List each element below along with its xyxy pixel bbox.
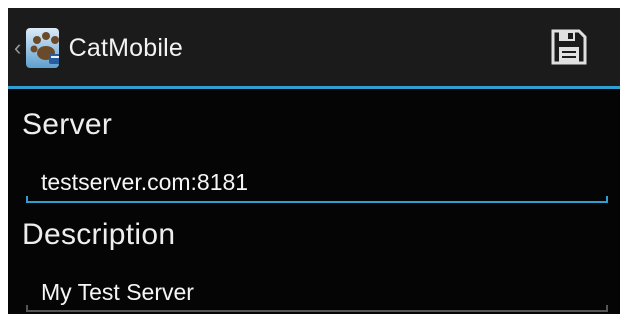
action-bar-divider <box>8 86 620 89</box>
server-field[interactable] <box>26 162 608 202</box>
description-field-right-tick <box>606 305 608 311</box>
floppy-disk-save-icon <box>551 29 587 65</box>
description-label: Description <box>22 218 176 251</box>
description-field[interactable] <box>26 272 608 312</box>
app-title: CatMobile <box>68 33 183 62</box>
back-chevron-icon: ‹ <box>14 35 22 60</box>
server-label: Server <box>22 108 113 141</box>
up-navigation-button[interactable]: ‹ CatMobile <box>8 22 183 74</box>
description-field-underline <box>26 310 608 312</box>
action-bar: ‹ CatMobile <box>8 8 620 86</box>
server-field-left-tick <box>26 196 28 202</box>
server-field-right-tick <box>606 196 608 202</box>
description-field-left-tick <box>26 305 28 311</box>
save-button[interactable] <box>546 24 592 70</box>
cat-paw-app-icon <box>25 28 59 68</box>
screen: ‹ CatMobile Server testserver.com:8181 D… <box>8 8 620 314</box>
cat-paw-icon <box>30 32 59 64</box>
server-field-underline <box>26 201 608 203</box>
